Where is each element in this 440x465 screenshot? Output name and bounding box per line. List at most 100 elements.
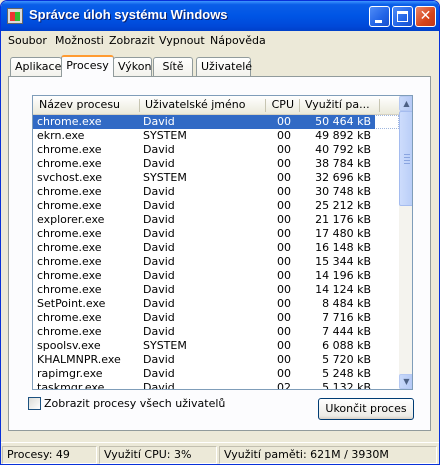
column-header-user[interactable]: Uživatelské jméno	[141, 96, 265, 115]
process-cpu-cell: 00	[277, 311, 291, 324]
process-name-cell: chrome.exe	[37, 283, 102, 296]
menu-soubor[interactable]: Soubor	[8, 34, 47, 47]
process-cpu-cell: 00	[277, 241, 291, 254]
process-row[interactable]: chrome.exe David 00 14 124 kB	[33, 283, 399, 297]
process-row[interactable]: chrome.exe David 00 40 792 kB	[33, 143, 399, 157]
tab-uzivatele[interactable]: Uživatelé	[196, 57, 252, 76]
process-row[interactable]: chrome.exe David 00 25 212 kB	[33, 199, 399, 213]
process-user-cell: David	[143, 255, 175, 268]
process-memory-cell: 14 196 kB	[315, 269, 371, 282]
process-name-cell: chrome.exe	[37, 311, 102, 324]
process-name-cell: rapimgr.exe	[37, 367, 103, 380]
process-name-cell: chrome.exe	[37, 185, 102, 198]
scroll-thumb[interactable]	[399, 111, 412, 206]
process-memory-cell: 17 480 kB	[315, 227, 371, 240]
menu-zobrazit[interactable]: Zobrazit	[109, 34, 155, 47]
process-name-cell: chrome.exe	[37, 255, 102, 268]
status-cpu: Využití CPU: 3%	[99, 446, 217, 464]
process-cpu-cell: 00	[277, 339, 291, 352]
column-divider[interactable]	[299, 99, 300, 112]
maximize-button[interactable]	[392, 6, 413, 27]
process-row[interactable]: chrome.exe David 00 14 196 kB	[33, 269, 399, 283]
process-memory-cell: 16 148 kB	[315, 241, 371, 254]
close-button[interactable]: ✕	[415, 6, 436, 27]
minimize-button[interactable]	[369, 6, 390, 27]
vertical-scrollbar[interactable]: ▲ ▼	[399, 96, 412, 389]
maximize-icon	[397, 11, 408, 22]
scroll-down-button[interactable]: ▼	[399, 374, 412, 389]
menu-moznosti[interactable]: Možnosti	[55, 34, 104, 47]
process-row[interactable]: chrome.exe David 00 7 716 kB	[33, 311, 399, 325]
process-row[interactable]: chrome.exe David 00 50 464 kB	[33, 115, 399, 129]
process-row[interactable]: chrome.exe David 00 38 784 kB	[33, 157, 399, 171]
process-memory-cell: 5 248 kB	[322, 367, 371, 380]
process-cpu-cell: 00	[277, 199, 291, 212]
process-row[interactable]: chrome.exe David 00 16 148 kB	[33, 241, 399, 255]
menu-vypnout[interactable]: Vypnout	[159, 34, 205, 47]
column-divider[interactable]	[139, 99, 140, 112]
column-header-memory[interactable]: Využití pa...	[301, 96, 381, 115]
title-bar[interactable]: Správce úloh systému Windows ✕	[1, 1, 439, 31]
show-all-users-checkbox[interactable]	[28, 397, 41, 410]
process-cpu-cell: 00	[277, 185, 291, 198]
process-user-cell: David	[143, 157, 175, 170]
process-cpu-cell: 00	[277, 325, 291, 338]
process-name-cell: chrome.exe	[37, 227, 102, 240]
process-user-cell: David	[143, 143, 175, 156]
tab-vykon[interactable]: Výkon	[113, 57, 152, 76]
process-user-cell: David	[143, 185, 175, 198]
process-list-header: Název procesu Uživatelské jméno CPU Využ…	[33, 96, 399, 115]
process-row[interactable]: ekrn.exe SYSTEM 00 49 892 kB	[33, 129, 399, 143]
processes-tab-panel: Název procesu Uživatelské jméno CPU Využ…	[8, 76, 431, 431]
show-all-users-label[interactable]: Zobrazit procesy všech uživatelů	[44, 397, 225, 410]
process-cpu-cell: 00	[277, 171, 291, 184]
process-memory-cell: 40 792 kB	[315, 143, 371, 156]
process-row[interactable]: rapimgr.exe David 00 5 248 kB	[33, 367, 399, 381]
window-title: Správce úloh systému Windows	[29, 7, 228, 22]
tab-procesy[interactable]: Procesy	[61, 55, 114, 77]
column-header-name[interactable]: Název procesu	[35, 96, 139, 115]
process-memory-cell: 32 696 kB	[315, 171, 371, 184]
process-row[interactable]: explorer.exe David 00 21 176 kB	[33, 213, 399, 227]
tab-aplikace[interactable]: Aplikace	[10, 57, 62, 76]
process-user-cell: David	[143, 353, 175, 366]
column-divider[interactable]	[379, 99, 380, 112]
process-memory-cell: 38 784 kB	[315, 157, 371, 170]
process-memory-cell: 7 444 kB	[322, 325, 371, 338]
process-row[interactable]: SetPoint.exe David 00 8 484 kB	[33, 297, 399, 311]
process-memory-cell: 50 464 kB	[295, 115, 375, 129]
process-user-cell: SYSTEM	[143, 171, 187, 184]
process-user-cell: David	[143, 199, 175, 212]
process-list[interactable]: Název procesu Uživatelské jméno CPU Využ…	[32, 95, 413, 390]
process-memory-cell: 21 176 kB	[315, 213, 371, 226]
column-header-cpu[interactable]: CPU	[266, 96, 298, 115]
process-row[interactable]: taskmgr.exe David 02 5 132 kB	[33, 381, 399, 389]
process-memory-cell: 6 088 kB	[322, 339, 371, 352]
process-user-cell: David	[143, 311, 175, 324]
process-user-cell: David	[143, 297, 175, 310]
process-cpu-cell: 00	[265, 115, 295, 129]
process-memory-cell: 8 484 kB	[322, 297, 371, 310]
close-icon: ✕	[419, 8, 432, 24]
scroll-up-button[interactable]: ▲	[399, 96, 412, 111]
process-row[interactable]: chrome.exe David 00 17 480 kB	[33, 227, 399, 241]
process-user-cell: David	[143, 283, 175, 296]
tab-site[interactable]: Sítě	[153, 57, 193, 76]
process-row[interactable]: KHALMNPR.exe David 00 5 720 kB	[33, 353, 399, 367]
process-row[interactable]: svchost.exe SYSTEM 00 32 696 kB	[33, 171, 399, 185]
menu-napoveda[interactable]: Nápověda	[210, 34, 266, 47]
process-cpu-cell: 00	[277, 367, 291, 380]
process-row[interactable]: chrome.exe David 00 15 344 kB	[33, 255, 399, 269]
process-cpu-cell: 00	[277, 129, 291, 142]
process-row[interactable]: chrome.exe David 00 30 748 kB	[33, 185, 399, 199]
process-memory-cell: 49 892 kB	[315, 129, 371, 142]
process-cpu-cell: 00	[277, 297, 291, 310]
process-name-cell: chrome.exe	[37, 157, 102, 170]
process-cpu-cell: 00	[277, 157, 291, 170]
process-user-cell: SYSTEM	[143, 339, 187, 352]
process-memory-cell: 7 716 kB	[322, 311, 371, 324]
end-process-button[interactable]: Ukončit proces	[318, 398, 414, 420]
process-cpu-cell: 00	[277, 283, 291, 296]
process-row[interactable]: chrome.exe David 00 7 444 kB	[33, 325, 399, 339]
process-row[interactable]: spoolsv.exe SYSTEM 00 6 088 kB	[33, 339, 399, 353]
